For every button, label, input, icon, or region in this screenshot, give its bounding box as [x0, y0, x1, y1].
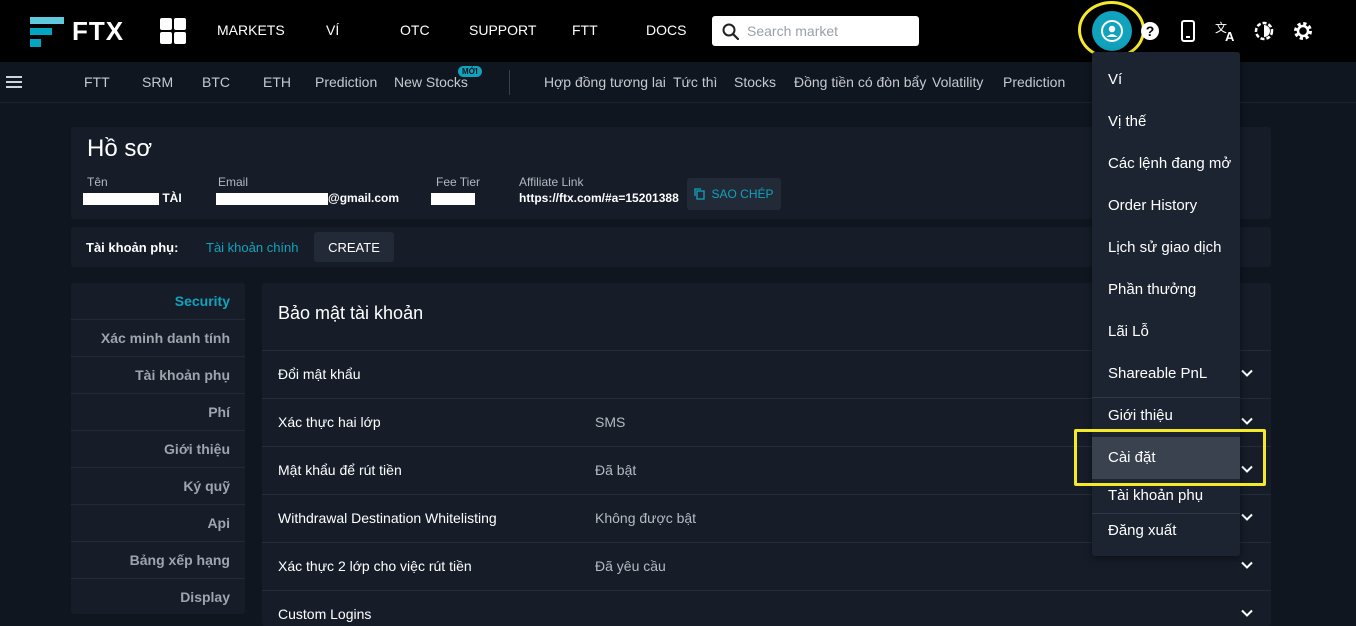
- side-item-security[interactable]: Security: [71, 283, 245, 320]
- menu-item-order-history[interactable]: Order History: [1092, 185, 1240, 227]
- subnav-eth[interactable]: ETH: [263, 74, 291, 90]
- subnav-volatility[interactable]: Volatility: [932, 74, 983, 90]
- main-account-link[interactable]: Tài khoản chính: [206, 240, 299, 255]
- new-badge: MỚI: [458, 66, 482, 77]
- email-label: Email: [218, 175, 249, 189]
- side-item-leaderboard[interactable]: Bảng xếp hạng: [71, 542, 245, 579]
- menu-item-wallet[interactable]: Ví: [1092, 59, 1240, 101]
- redaction-mark: [216, 192, 328, 205]
- security-title: Bảo mật tài khoản: [278, 303, 424, 323]
- search-input[interactable]: [747, 23, 907, 39]
- subnav-stocks[interactable]: Stocks: [734, 74, 776, 90]
- svg-text:?: ?: [1146, 23, 1155, 39]
- nav-support[interactable]: SUPPORT: [469, 22, 536, 38]
- account-avatar-button[interactable]: [1092, 11, 1132, 51]
- settings-highlight-box: [1074, 429, 1266, 486]
- create-subaccount-button[interactable]: CREATE: [314, 232, 394, 262]
- nav-ftt[interactable]: FTT: [572, 22, 598, 38]
- menu-item-open-orders[interactable]: Các lệnh đang mở: [1092, 143, 1240, 185]
- settings-side-menu: Security Xác minh danh tính Tài khoản ph…: [71, 283, 245, 614]
- user-icon: [1101, 20, 1123, 42]
- menu-item-logout[interactable]: Đăng xuất: [1092, 510, 1240, 552]
- fee-tier-value: [431, 191, 475, 205]
- side-item-margin[interactable]: Ký quỹ: [71, 468, 245, 505]
- subnav-leveraged-tokens[interactable]: Đồng tiền có đòn bẩy: [794, 74, 926, 90]
- help-icon[interactable]: ?: [1138, 19, 1162, 43]
- subnav-prediction-2[interactable]: Prediction: [1003, 74, 1065, 90]
- page-title: Hồ sơ: [87, 135, 153, 162]
- nav-otc[interactable]: OTC: [400, 22, 430, 38]
- side-item-subaccounts[interactable]: Tài khoản phụ: [71, 357, 245, 394]
- ftx-logo[interactable]: FTX: [30, 16, 124, 47]
- logo-text: FTX: [72, 16, 125, 46]
- subnav-srm[interactable]: SRM: [142, 74, 173, 90]
- subnav-divider: [509, 70, 510, 95]
- chevron-down-icon[interactable]: [1240, 510, 1254, 524]
- chevron-down-icon[interactable]: [1240, 366, 1254, 380]
- fee-tier-label: Fee Tier: [436, 175, 481, 189]
- row-label: Xác thực 2 lớp cho việc rút tiền: [278, 558, 472, 574]
- menu-item-shareable-pnl[interactable]: Shareable PnL: [1092, 353, 1240, 395]
- side-item-api[interactable]: Api: [71, 505, 245, 542]
- row-value: Không được bật: [595, 510, 697, 526]
- menu-item-positions[interactable]: Vị thế: [1092, 101, 1240, 143]
- row-label: Mật khẩu để rút tiền: [278, 462, 402, 478]
- subaccount-label: Tài khoản phụ:: [86, 240, 179, 255]
- row-value: Đã yêu cầu: [595, 558, 666, 574]
- name-value: TÀI: [83, 191, 182, 205]
- row-label: Custom Logins: [278, 606, 372, 622]
- redaction-mark: [83, 192, 159, 205]
- chevron-down-icon[interactable]: [1240, 606, 1254, 620]
- row-value: SMS: [595, 414, 626, 430]
- subaccount-bar: Tài khoản phụ: Tài khoản chính CREATE: [71, 227, 1271, 267]
- side-item-referral[interactable]: Giới thiệu: [71, 431, 245, 468]
- row-label: Đổi mật khẩu: [278, 366, 361, 382]
- nav-markets[interactable]: MARKETS: [217, 22, 285, 38]
- nav-docs[interactable]: DOCS: [646, 22, 686, 38]
- subnav-prediction[interactable]: Prediction: [315, 74, 377, 90]
- menu-hamburger-icon[interactable]: [6, 76, 22, 88]
- side-item-display[interactable]: Display: [71, 579, 245, 616]
- search-icon: [722, 23, 739, 40]
- chevron-down-icon[interactable]: [1240, 558, 1254, 572]
- redaction-mark: [431, 192, 475, 205]
- row-label: Withdrawal Destination Whitelisting: [278, 510, 497, 526]
- security-row-custom-logins[interactable]: Custom Logins: [262, 590, 1271, 626]
- affiliate-link[interactable]: https://ftx.com/#a=15201388: [519, 191, 679, 205]
- subnav-spot[interactable]: Tức thì: [673, 74, 717, 90]
- subnav-futures[interactable]: Hợp đồng tương lai: [544, 74, 666, 90]
- svg-text:A: A: [1225, 29, 1235, 42]
- menu-item-pnl[interactable]: Lãi Lỗ: [1092, 311, 1240, 353]
- subnav-btc[interactable]: BTC: [202, 74, 230, 90]
- copy-icon: [694, 188, 706, 200]
- search-box[interactable]: [712, 16, 919, 46]
- theme-toggle-icon[interactable]: [1252, 19, 1276, 43]
- copy-button-label: SAO CHÉP: [711, 187, 774, 201]
- profile-card: Hồ sơ Tên TÀI Email @gmail.com Fee Tier …: [71, 127, 1271, 219]
- side-item-fees[interactable]: Phí: [71, 394, 245, 431]
- copy-button[interactable]: SAO CHÉP: [687, 178, 781, 210]
- translate-icon[interactable]: 文 A: [1214, 19, 1238, 43]
- email-value: @gmail.com: [216, 191, 399, 205]
- menu-item-rewards[interactable]: Phần thưởng: [1092, 269, 1240, 311]
- subnav-ftt[interactable]: FTT: [84, 74, 110, 90]
- menu-item-trade-history[interactable]: Lịch sử giao dịch: [1092, 227, 1240, 269]
- apps-grid-icon[interactable]: [160, 18, 186, 44]
- subnav-new-stocks[interactable]: New Stocks: [394, 74, 468, 90]
- side-item-identity-verification[interactable]: Xác minh danh tính: [71, 320, 245, 357]
- chevron-down-icon[interactable]: [1240, 414, 1254, 428]
- name-label: Tên: [87, 175, 108, 189]
- mobile-icon[interactable]: [1176, 19, 1200, 43]
- nav-wallet[interactable]: VÍ: [326, 22, 339, 38]
- ftx-logo-icon: [30, 16, 64, 47]
- row-label: Xác thực hai lớp: [278, 414, 381, 430]
- affiliate-label: Affiliate Link: [519, 175, 584, 189]
- row-value: Đã bật: [595, 462, 637, 478]
- gear-icon[interactable]: [1291, 19, 1315, 43]
